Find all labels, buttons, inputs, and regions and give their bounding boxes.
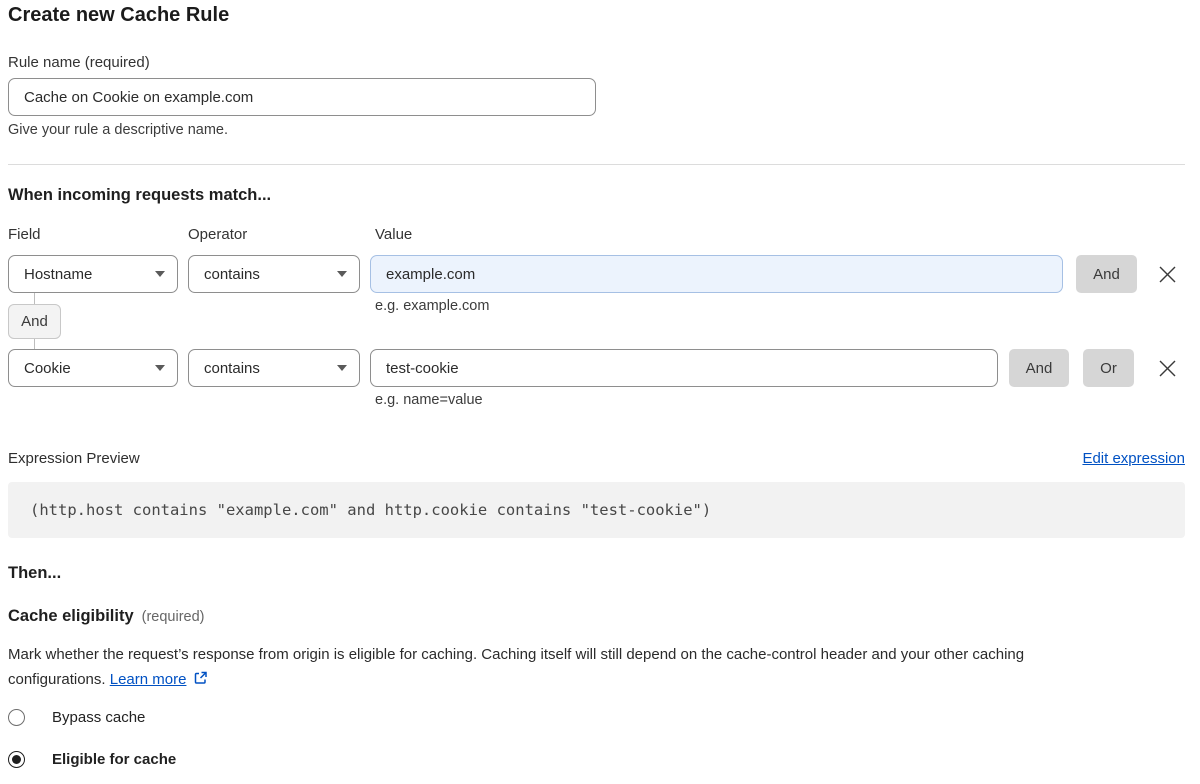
connector-and-button[interactable]: And	[8, 304, 61, 339]
chevron-down-icon	[337, 271, 347, 277]
page-title: Create new Cache Rule	[8, 4, 229, 27]
column-label-operator: Operator	[188, 226, 247, 243]
remove-condition-button-row2[interactable]	[1152, 349, 1182, 387]
chevron-down-icon	[155, 271, 165, 277]
value-hint-row2: e.g. name=value	[375, 392, 483, 408]
rule-name-input[interactable]	[8, 78, 596, 116]
field-select-row2-value: Cookie	[24, 360, 71, 377]
radio-label-eligible-for-cache: Eligible for cache	[52, 751, 176, 768]
edit-expression-link[interactable]: Edit expression	[1082, 450, 1185, 467]
description-line1: Mark whether the request’s response from…	[8, 646, 1024, 663]
radio-row-eligible-for-cache[interactable]: Eligible for cache	[8, 751, 176, 768]
expression-code: (http.host contains "example.com" and ht…	[30, 501, 711, 519]
learn-more-link[interactable]: Learn more	[110, 671, 187, 688]
field-select-row1-value: Hostname	[24, 266, 92, 283]
chevron-down-icon	[337, 365, 347, 371]
field-select-row1[interactable]: Hostname	[8, 255, 178, 293]
value-input-row2[interactable]	[370, 349, 998, 387]
column-label-field: Field	[8, 226, 41, 243]
value-input-row1[interactable]	[370, 255, 1063, 293]
or-button-row2[interactable]: Or	[1083, 349, 1134, 387]
radio-row-bypass-cache[interactable]: Bypass cache	[8, 709, 145, 726]
then-heading: Then...	[8, 564, 61, 583]
section-divider	[8, 164, 1185, 165]
chevron-down-icon	[155, 365, 165, 371]
close-icon	[1158, 265, 1177, 284]
required-note: (required)	[142, 609, 205, 625]
operator-select-row1[interactable]: contains	[188, 255, 360, 293]
field-select-row2[interactable]: Cookie	[8, 349, 178, 387]
close-icon	[1158, 359, 1177, 378]
radio-button-eligible-for-cache[interactable]	[8, 751, 25, 768]
cache-eligibility-description: Mark whether the request’s response from…	[8, 642, 1178, 692]
radio-button-bypass-cache[interactable]	[8, 709, 25, 726]
and-button-row2[interactable]: And	[1009, 349, 1069, 387]
rule-name-helper: Give your rule a descriptive name.	[8, 122, 228, 138]
match-section-heading: When incoming requests match...	[8, 186, 271, 205]
operator-select-row2[interactable]: contains	[188, 349, 360, 387]
value-hint-row1: e.g. example.com	[375, 298, 489, 314]
radio-label-bypass-cache: Bypass cache	[52, 709, 145, 726]
operator-select-row1-value: contains	[204, 266, 260, 283]
external-link-icon	[194, 671, 208, 685]
description-line2: configurations.	[8, 671, 106, 688]
rule-name-label: Rule name (required)	[8, 54, 150, 71]
expression-preview-label: Expression Preview	[8, 450, 140, 467]
remove-condition-button-row1[interactable]	[1152, 255, 1182, 293]
cache-eligibility-heading: Cache eligibility	[8, 607, 134, 625]
column-label-value: Value	[375, 226, 412, 243]
and-button-row1[interactable]: And	[1076, 255, 1137, 293]
expression-preview-box: (http.host contains "example.com" and ht…	[8, 482, 1185, 538]
operator-select-row2-value: contains	[204, 360, 260, 377]
